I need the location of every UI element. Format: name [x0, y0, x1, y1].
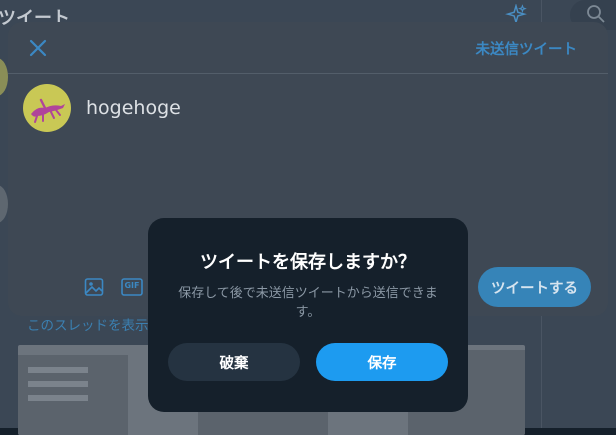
avatar[interactable]	[23, 84, 71, 132]
dialog-title: ツイートを保存しますか？	[200, 252, 416, 273]
search-icon	[587, 5, 605, 23]
tweet-button[interactable]: ツイートする	[478, 267, 591, 307]
drafts-button[interactable]: 未送信ツイート	[476, 38, 578, 59]
dialog-body-text: 保存して後で未送信ツイートから送信できます。	[178, 286, 438, 320]
gif-label: GIF	[124, 281, 140, 290]
discard-button[interactable]: 破棄	[168, 343, 300, 381]
gif-icon[interactable]: GIF	[121, 277, 143, 297]
save-button[interactable]: 保存	[316, 343, 448, 381]
show-thread-link[interactable]: このスレッドを表示	[27, 314, 149, 334]
image-icon[interactable]	[84, 277, 104, 297]
compose-header: 未送信ツイート	[8, 22, 608, 74]
close-icon[interactable]	[26, 36, 50, 60]
avatar	[0, 58, 8, 96]
avatar	[0, 185, 8, 223]
crocodile-avatar-image	[31, 98, 65, 123]
tweet-text-input[interactable]: hogehoge	[86, 97, 181, 119]
save-draft-dialog: ツイートを保存しますか？ 保存して後で未送信ツイートから送信できます。 破棄 保…	[148, 218, 468, 412]
